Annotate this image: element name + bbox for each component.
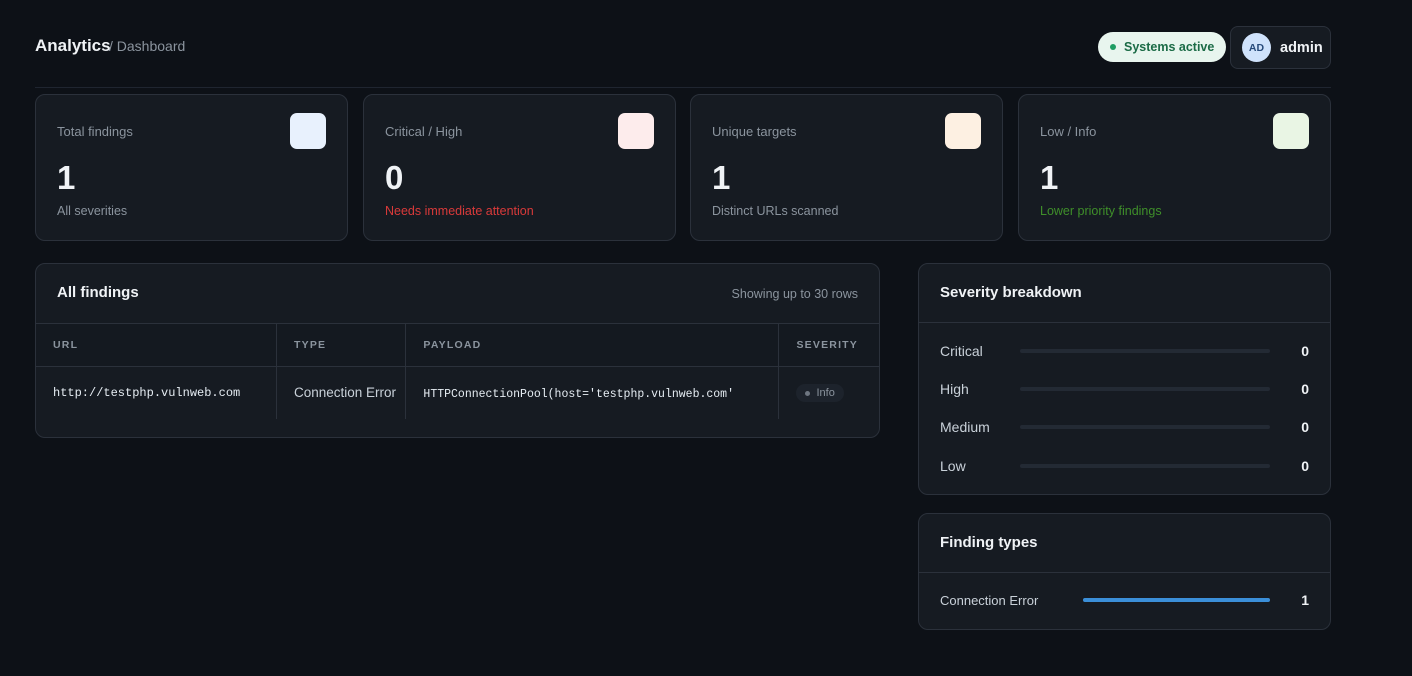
type-row-count: 1 [1301,592,1309,608]
severity-row-critical: Critical 0 [940,341,1309,361]
user-name: admin [1280,39,1323,56]
stat-card-low-info: Low / Info 1 Lower priority findings [1018,94,1331,241]
progress-track [1020,425,1270,429]
table-row[interactable]: http://testphp.vulnweb.com Connection Er… [36,366,879,419]
stat-card-unique-targets: Unique targets 1 Distinct URLs scanned [690,94,1003,241]
avatar: AD [1242,33,1271,62]
stat-card-critical-high: Critical / High 0 Needs immediate attent… [363,94,676,241]
user-menu-button[interactable]: AD admin [1230,26,1331,69]
progress-track [1020,349,1270,353]
column-header-type[interactable]: TYPE [276,323,407,367]
stat-label: Critical / High [385,124,463,139]
status-text: Systems active [1124,40,1215,54]
severity-row-label: Critical [940,343,983,359]
severity-row-count: 0 [1301,381,1309,397]
findings-icon [290,113,326,149]
severity-dot-icon [805,390,811,396]
app-brand[interactable]: Analytics [35,36,111,56]
stat-label: Unique targets [712,124,797,139]
severity-row-count: 0 [1301,458,1309,474]
type-row-label: Connection Error [940,592,1039,608]
alert-icon [618,113,654,149]
stat-label: Total findings [57,124,133,139]
severity-breakdown-panel: Severity breakdown Critical 0 High 0 Med… [918,263,1331,495]
progress-track [1083,598,1270,602]
target-icon [945,113,981,149]
stat-subtext: All severities [57,204,128,218]
severity-badge: Info [796,384,844,402]
row-limit-note: Showing up to 30 rows [731,287,858,301]
findings-table: URL TYPE PAYLOAD SEVERITY http://testphp… [36,323,879,419]
status-badge: Systems active [1098,32,1227,62]
severity-row-high: High 0 [940,379,1309,399]
panel-title: Finding types [940,534,1038,551]
progress-track [1020,387,1270,391]
stat-label: Low / Info [1040,124,1097,139]
column-header-payload[interactable]: PAYLOAD [405,323,780,367]
breadcrumb[interactable]: / Dashboard [109,38,185,54]
table-header-row: URL TYPE PAYLOAD SEVERITY [36,323,879,367]
type-cell: Connection Error [276,366,407,419]
info-icon [1273,113,1309,149]
severity-row-medium: Medium 0 [940,417,1309,437]
stat-value: 1 [57,159,76,196]
panel-title: Severity breakdown [940,284,1082,301]
severity-row-label: High [940,381,969,397]
finding-payload: HTTPConnectionPool(host='testphp.vulnweb… [423,387,734,401]
progress-fill [1083,598,1270,602]
stat-subtext: Distinct URLs scanned [712,204,839,218]
severity-row-label: Low [940,458,966,474]
divider [919,572,1330,573]
divider [919,322,1330,323]
finding-url[interactable]: http://testphp.vulnweb.com [53,386,276,400]
progress-track [1020,464,1270,468]
finding-types-panel: Finding types Connection Error 1 [918,513,1331,630]
panel-title: All findings [57,284,139,301]
column-header-url[interactable]: URL [36,323,277,367]
findings-panel: All findings Showing up to 30 rows URL T… [35,263,880,438]
top-bar: Analytics / Dashboard Systems active AD … [35,26,1331,88]
column-header-severity[interactable]: SEVERITY [778,323,879,367]
severity-cell: Info [778,366,879,419]
stat-card-total-findings: Total findings 1 All severities [35,94,348,241]
severity-row-count: 0 [1301,419,1309,435]
severity-row-count: 0 [1301,343,1309,359]
type-row-connection-error: Connection Error 1 [940,590,1309,610]
url-cell: http://testphp.vulnweb.com [36,366,277,419]
stat-subtext: Lower priority findings [1040,204,1162,218]
severity-label: Info [816,387,835,399]
stat-value: 1 [1040,159,1059,196]
payload-cell: HTTPConnectionPool(host='testphp.vulnweb… [405,366,780,419]
stat-value: 0 [385,159,404,196]
stat-subtext: Needs immediate attention [385,204,534,218]
severity-row-low: Low 0 [940,456,1309,476]
status-dot-icon [1110,44,1116,50]
stat-value: 1 [712,159,731,196]
severity-row-label: Medium [940,419,990,435]
